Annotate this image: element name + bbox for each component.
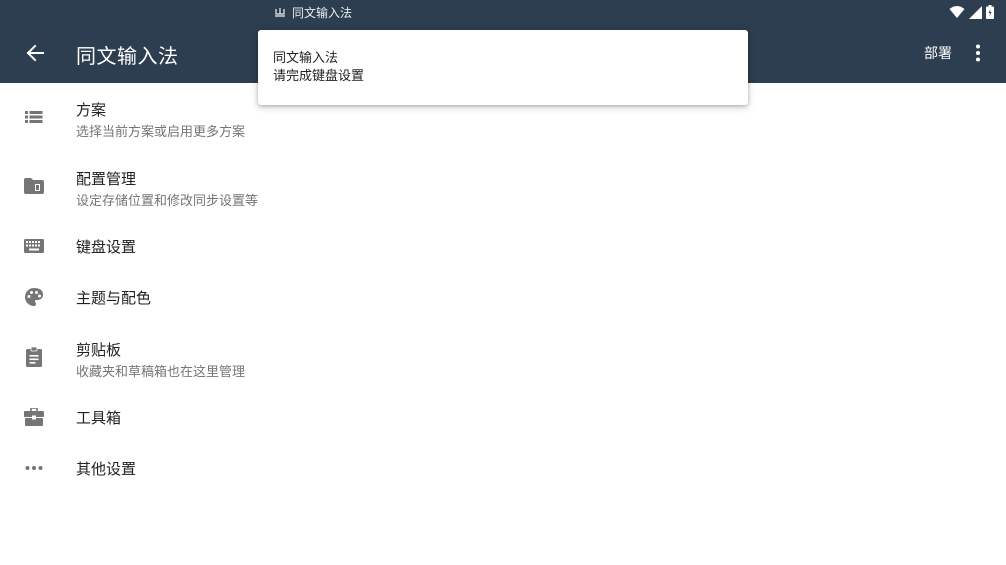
menu-item-theme[interactable]: 主题与配色	[0, 272, 1006, 323]
notification-popup[interactable]: 同文输入法 请完成键盘设置	[258, 30, 748, 105]
app-window: 同文输入法 同文输入法 部署 方案 选择当前方案或启用更多方案 配置管理 设定存…	[0, 0, 1006, 565]
menu-item-title: 方案	[76, 101, 107, 119]
menu-item-keyboard[interactable]: 键盘设置	[0, 221, 1006, 272]
overflow-menu-button[interactable]	[966, 38, 990, 68]
status-bar: 同文输入法	[0, 0, 1006, 24]
menu-item-config[interactable]: 配置管理 设定存储位置和修改同步设置等	[0, 152, 1006, 221]
page-title: 同文输入法	[76, 44, 179, 68]
status-icons	[949, 4, 994, 20]
deploy-button[interactable]: 部署	[924, 43, 952, 63]
menu-item-title: 主题与配色	[76, 289, 152, 307]
menu-item-clipboard[interactable]: 剪贴板 收藏夹和草稿箱也在这里管理	[0, 323, 1006, 392]
more-vert-icon	[976, 44, 980, 62]
folder-icon	[24, 176, 44, 196]
menu-item-title: 键盘设置	[76, 238, 137, 256]
menu-item-title: 配置管理	[76, 170, 137, 188]
clipboard-icon	[24, 347, 44, 367]
more-horiz-icon	[24, 458, 44, 478]
arrow-back-icon	[26, 44, 44, 62]
keyboard-icon	[24, 236, 44, 256]
palette-icon	[24, 287, 44, 307]
notification-text: 请完成键盘设置	[273, 69, 365, 84]
menu-item-other-settings[interactable]: 其他设置	[0, 443, 1006, 494]
battery-icon	[986, 5, 994, 19]
wifi-icon	[949, 6, 965, 18]
status-app-name: 同文输入法	[292, 5, 353, 20]
toolbox-icon	[24, 407, 44, 427]
menu-item-subtitle: 收藏夹和草稿箱也在这里管理	[76, 365, 246, 380]
menu-item-subtitle: 设定存储位置和修改同步设置等	[76, 194, 259, 209]
status-notification: 同文输入法	[274, 4, 352, 20]
notification-title: 同文输入法	[273, 51, 339, 66]
menu-item-subtitle: 选择当前方案或启用更多方案	[76, 125, 246, 140]
back-button[interactable]	[18, 36, 52, 70]
menu-item-title: 剪贴板	[76, 341, 122, 359]
settings-list: 方案 选择当前方案或启用更多方案 配置管理 设定存储位置和修改同步设置等 键盘设…	[0, 83, 1006, 494]
menu-item-title: 其他设置	[76, 460, 137, 478]
menu-item-title: 工具箱	[76, 409, 122, 427]
menu-item-toolbox[interactable]: 工具箱	[0, 392, 1006, 443]
list-icon	[24, 107, 44, 127]
input-method-icon	[275, 8, 285, 17]
signal-icon	[969, 5, 982, 19]
